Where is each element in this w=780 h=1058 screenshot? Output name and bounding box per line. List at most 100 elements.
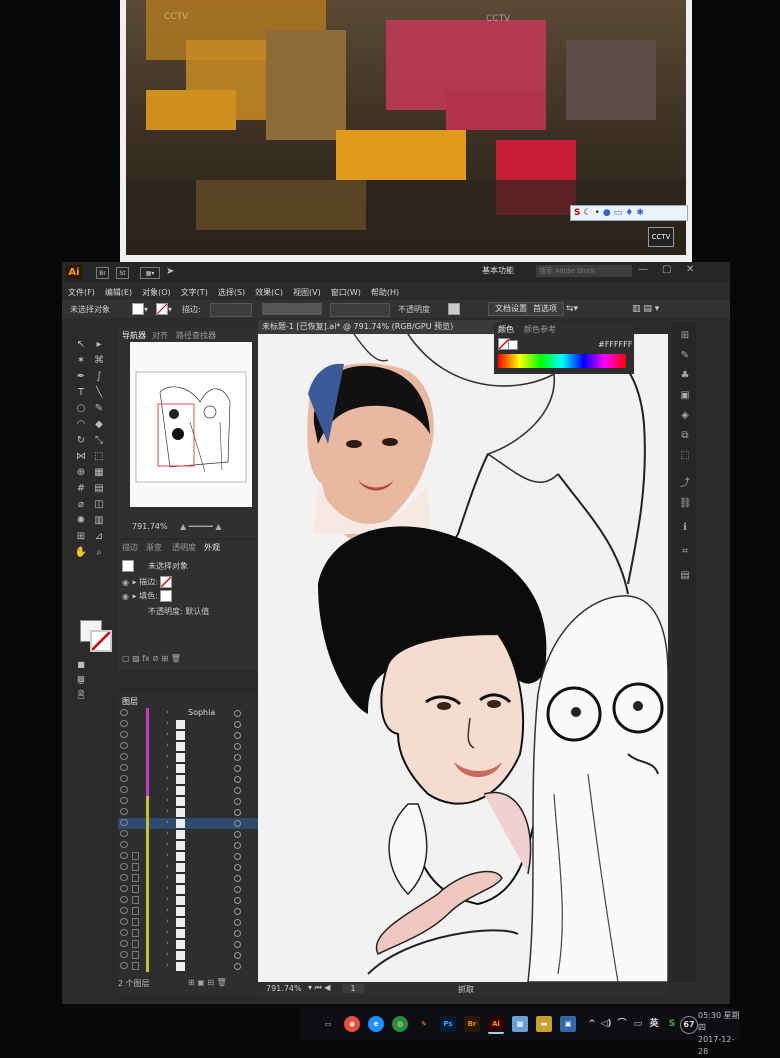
expand-chevron-icon[interactable]: › <box>166 807 169 815</box>
appearance-stroke-row[interactable]: ◉ ▸ 描边: <box>122 576 173 588</box>
layer-row[interactable]: › <box>118 939 258 950</box>
close-button[interactable]: ✕ <box>686 264 694 275</box>
layer-row[interactable]: › <box>118 818 258 829</box>
reference-photo[interactable] <box>307 363 434 541</box>
visibility-eye-icon[interactable] <box>120 753 128 760</box>
keyboard-icon[interactable]: ▭ <box>614 208 623 218</box>
notification-count[interactable]: 67 <box>680 1016 698 1034</box>
visibility-eye-icon[interactable] <box>120 962 128 969</box>
layers-dock-icon[interactable]: ◈ <box>679 410 691 422</box>
expand-chevron-icon[interactable]: › <box>166 796 169 804</box>
visibility-eye-icon[interactable] <box>120 852 128 859</box>
layer-row[interactable]: › <box>118 961 258 972</box>
target-circle-icon[interactable] <box>234 963 241 970</box>
target-circle-icon[interactable] <box>234 886 241 893</box>
lock-icon[interactable] <box>132 962 139 970</box>
lock-icon[interactable] <box>132 874 139 882</box>
tray-s-icon[interactable]: S <box>664 1016 680 1032</box>
layer-row[interactable]: › <box>118 774 258 785</box>
rotate-tool-icon[interactable]: ↻ <box>74 434 88 448</box>
mic-icon[interactable]: ● <box>603 208 611 218</box>
visibility-eye-icon[interactable] <box>120 918 128 925</box>
arrange-docs-icon[interactable]: ⇆▾ <box>566 303 578 315</box>
color-mode-icon[interactable]: ■ ▨ ⊘ <box>74 658 88 697</box>
keyboard-tray-icon[interactable]: ▭ <box>630 1016 646 1032</box>
direct-selection-tool-icon[interactable]: ▸ <box>92 338 106 352</box>
layer-row[interactable]: › <box>118 851 258 862</box>
tab-appearance[interactable]: 外观 <box>204 542 220 553</box>
target-circle-icon[interactable] <box>234 941 241 948</box>
expand-chevron-icon[interactable]: › <box>166 785 169 793</box>
target-circle-icon[interactable] <box>234 919 241 926</box>
eraser-icon[interactable]: ◆ <box>92 418 106 432</box>
tab-transparency[interactable]: 透明度 <box>172 542 196 553</box>
tools-icon[interactable]: ✱ <box>636 208 644 218</box>
task-view-icon[interactable]: ▭ <box>320 1016 336 1032</box>
scale-tool-icon[interactable]: ⤡ <box>92 434 106 448</box>
appearance-fill-row[interactable]: ◉ ▸ 填色: <box>122 590 173 603</box>
hex-value[interactable]: #FFFFFF <box>598 340 632 349</box>
shaper-tool-icon[interactable]: ◠ <box>74 418 88 432</box>
visibility-eye-icon[interactable] <box>120 764 128 771</box>
zoom-tool-icon[interactable]: ⌕ <box>92 546 106 560</box>
layer-row[interactable]: › <box>118 719 258 730</box>
volume-icon[interactable]: ◁) <box>598 1016 614 1032</box>
symbols-icon[interactable]: ♣ <box>679 370 691 382</box>
expand-chevron-icon[interactable]: › <box>166 928 169 936</box>
bridge-icon[interactable]: Br <box>464 1016 480 1032</box>
layer-row[interactable]: › <box>118 928 258 939</box>
artboard-number[interactable]: 1 <box>342 984 364 993</box>
color-fill-swatch[interactable] <box>508 340 518 350</box>
eye-icon[interactable]: ◉ <box>122 591 130 603</box>
visibility-eye-icon[interactable] <box>120 775 128 782</box>
visibility-eye-icon[interactable] <box>120 709 128 716</box>
expand-chevron-icon[interactable]: › <box>166 840 169 848</box>
target-circle-icon[interactable] <box>234 776 241 783</box>
expand-chevron-icon[interactable]: › <box>166 895 169 903</box>
target-circle-icon[interactable] <box>234 721 241 728</box>
hand-tool-icon[interactable]: ✋ <box>74 546 88 560</box>
visibility-eye-icon[interactable] <box>120 819 128 826</box>
tab-layers[interactable]: 图层 <box>122 696 138 707</box>
layer-row[interactable]: › <box>118 950 258 961</box>
target-circle-icon[interactable] <box>234 743 241 750</box>
clock[interactable]: 05:30 星期四 2017-12-28 <box>698 1010 740 1058</box>
layer-row[interactable]: › <box>118 829 258 840</box>
libraries-icon[interactable]: ▤ <box>679 570 691 582</box>
chrome-icon[interactable]: ◉ <box>344 1016 360 1032</box>
lock-icon[interactable] <box>132 951 139 959</box>
send-icon[interactable]: ➤ <box>166 266 174 277</box>
lock-icon[interactable] <box>132 896 139 904</box>
free-transform-icon[interactable]: ⬚ <box>92 450 106 464</box>
minimize-button[interactable]: — <box>638 264 648 275</box>
graph-tool-icon[interactable]: ▥ <box>92 514 106 528</box>
target-circle-icon[interactable] <box>234 930 241 937</box>
visibility-eye-icon[interactable] <box>120 929 128 936</box>
expand-chevron-icon[interactable]: › <box>166 774 169 782</box>
document-tab[interactable]: 未标题-1 [已恢复].ai* @ 791.74% (RGB/GPU 预览) <box>258 320 502 334</box>
layer-row[interactable]: › <box>118 796 258 807</box>
color-spectrum[interactable] <box>498 354 626 368</box>
expand-chevron-icon[interactable]: › <box>166 719 169 727</box>
tab-pathfinder[interactable]: 路径查找器 <box>176 330 216 341</box>
expand-chevron-icon[interactable]: › <box>166 829 169 837</box>
status-zoom[interactable]: 791.74% <box>266 984 302 993</box>
visibility-eye-icon[interactable] <box>120 951 128 958</box>
layer-row[interactable]: › <box>118 895 258 906</box>
align-icon[interactable]: ▥ ▤ ▾ <box>632 303 659 315</box>
network-icon[interactable]: ⌒ <box>614 1016 630 1032</box>
tab-navigator[interactable]: 导航器 <box>122 330 146 341</box>
folder-icon[interactable]: ▬ <box>536 1016 552 1032</box>
perspective-grid-icon[interactable]: ▦ <box>92 466 106 480</box>
layer-row[interactable]: › <box>118 917 258 928</box>
expand-chevron-icon[interactable]: › <box>166 917 169 925</box>
artboard-nav-icon[interactable]: ▾ ⏮ ◀ <box>308 983 330 993</box>
ime-toolbar[interactable]: S ☾ • ● ▭ ♦ ✱ <box>570 205 688 221</box>
layer-row[interactable]: › <box>118 785 258 796</box>
artboards-icon[interactable]: ⧉ <box>679 430 691 442</box>
asset-export-icon[interactable]: ⤴ <box>679 478 691 490</box>
lock-icon[interactable] <box>132 929 139 937</box>
paintbrush-icon[interactable]: ✎ <box>92 402 106 416</box>
tab-align[interactable]: 对齐 <box>152 330 168 341</box>
blend-tool-icon[interactable]: ◫ <box>92 498 106 512</box>
